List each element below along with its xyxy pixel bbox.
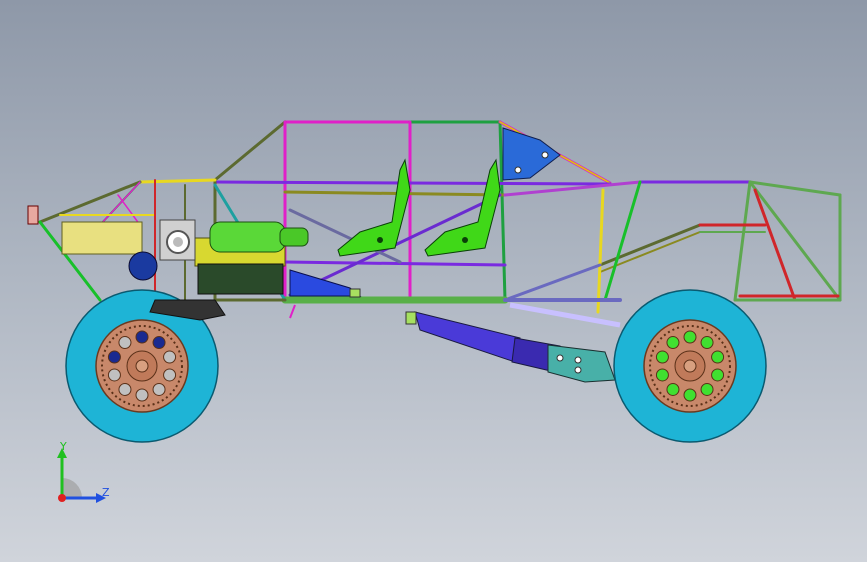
- wheel-lug-hole: [700, 336, 714, 350]
- x-axis-point: [58, 494, 66, 502]
- buggy-chassis-model[interactable]: [0, 0, 867, 562]
- wheel-lug-hole: [655, 350, 669, 364]
- coordinate-triad: Y Z: [57, 440, 110, 503]
- z-axis-label: Z: [102, 486, 110, 499]
- y-axis-label: Y: [59, 440, 67, 453]
- wheel-lug-hole: [683, 388, 697, 402]
- wheel-lug-hole: [107, 368, 121, 382]
- wheel-lug-hole: [107, 350, 121, 364]
- wheel-lug-hole: [655, 368, 669, 382]
- wheel-lug-hole: [135, 388, 149, 402]
- wheel-lug-hole: [711, 368, 725, 382]
- engine-assembly: [27, 205, 309, 295]
- wheel-lug-hole: [135, 330, 149, 344]
- wheel-lug-hole: [152, 336, 166, 350]
- wheel-lug-hole: [152, 382, 166, 396]
- wheel-lug-hole: [666, 382, 680, 396]
- wheel-lug-hole: [711, 350, 725, 364]
- seat-front: [424, 158, 501, 257]
- front-wheel: [613, 289, 767, 443]
- wheel-lug-hole: [683, 330, 697, 344]
- wheel-lug-hole: [163, 350, 177, 364]
- wheel-lug-hole: [163, 368, 177, 382]
- rear-a-arm: [405, 302, 621, 383]
- roll-cage: [38, 120, 842, 314]
- a-pillar-gusset: [502, 127, 561, 181]
- wheel-lug-hole: [118, 382, 132, 396]
- wheel-lug-hole: [666, 336, 680, 350]
- graphics-viewport[interactable]: Y Z: [0, 0, 867, 562]
- wheel-lug-hole: [700, 382, 714, 396]
- wheel-lug-hole: [118, 336, 132, 350]
